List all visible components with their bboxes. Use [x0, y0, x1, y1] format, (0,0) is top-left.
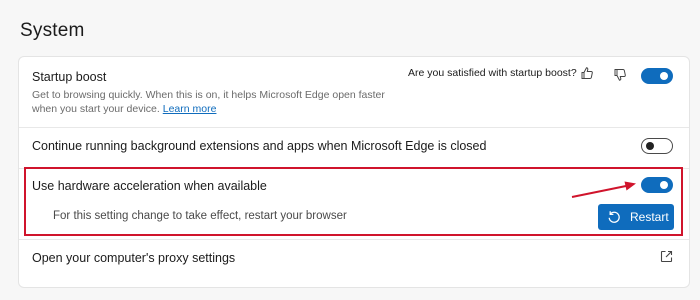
section-title: System: [20, 20, 85, 41]
feedback-question: Are you satisfied with startup boost?: [408, 67, 577, 79]
proxy-settings-title: Open your computer's proxy settings: [32, 251, 236, 265]
restart-button[interactable]: Restart: [598, 204, 674, 230]
thumbs-down-icon[interactable]: [613, 68, 627, 87]
toggle-knob: [660, 72, 668, 80]
startup-boost-description: Get to browsing quickly. When this is on…: [32, 88, 402, 116]
background-extensions-toggle[interactable]: [641, 138, 673, 154]
startup-boost-toggle[interactable]: [641, 68, 673, 84]
thumbs-up-icon[interactable]: [580, 66, 594, 85]
background-extensions-row: Continue running background extensions a…: [19, 128, 689, 168]
toggle-knob: [646, 142, 654, 150]
proxy-settings-row[interactable]: Open your computer's proxy settings: [19, 240, 689, 286]
restart-button-label: Restart: [630, 210, 669, 224]
external-link-icon[interactable]: [660, 250, 673, 268]
startup-boost-title: Startup boost: [32, 70, 107, 84]
restart-icon: [608, 211, 620, 223]
annotation-arrow: [571, 181, 636, 198]
background-extensions-title: Continue running background extensions a…: [32, 139, 487, 153]
learn-more-link[interactable]: Learn more: [163, 103, 217, 115]
startup-boost-row: Startup boost Get to browsing quickly. W…: [19, 57, 689, 127]
